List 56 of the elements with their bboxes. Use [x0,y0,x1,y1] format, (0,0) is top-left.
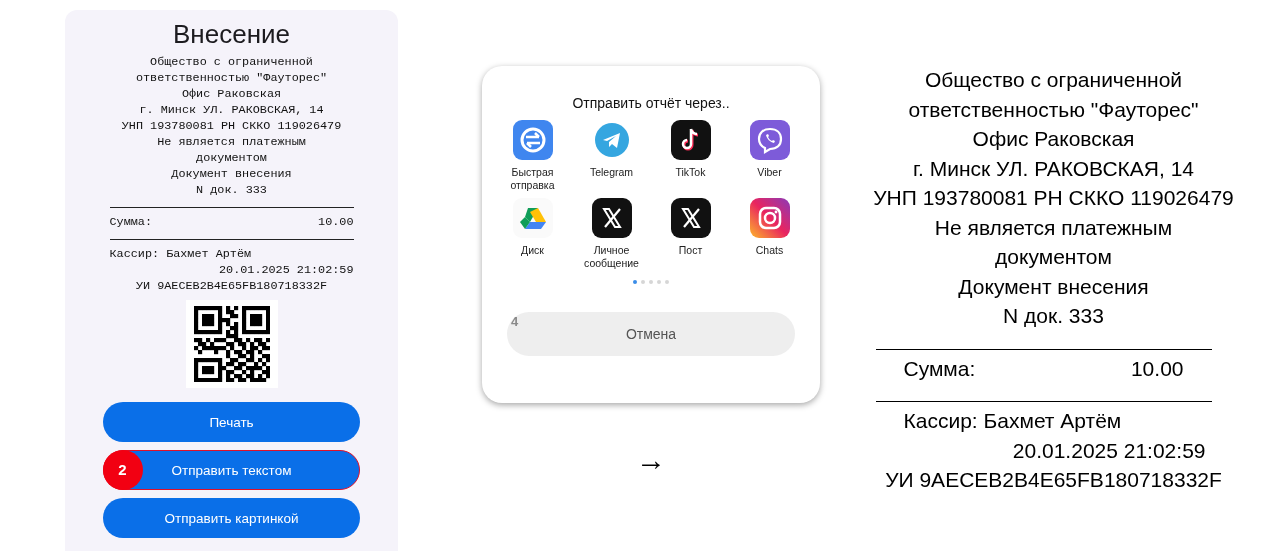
sum-label: Сумма: [109,214,152,230]
receipt-line: УНП 193780081 РН СККО 119026479 [120,118,343,134]
receipt-line: Общество с ограниченной [149,54,314,70]
receipt-line: Не является платежным [156,134,307,150]
action-button[interactable]: 2 Отправить текстом [103,450,360,490]
receipt-line: ответственностью "Фауторес" [907,96,1200,123]
app-label[interactable]: Telegram [576,166,647,179]
screen-title: Внесение [173,18,290,50]
receipt-line: Кассир: Бахмет Артём [902,408,1123,434]
page-dot[interactable] [665,280,669,284]
page-dot[interactable] [641,280,645,284]
page-dot[interactable] [633,280,637,284]
receipt-line: Общество с ограниченной [923,67,1184,93]
sheet-title: Отправить отчёт через.. [572,94,730,112]
app-label[interactable]: Пост [655,244,726,257]
receipt-line: Офис Раковская [971,126,1136,152]
receipt-line: документом [994,244,1113,270]
quick-share-app-icon[interactable] [512,120,553,160]
receipt-line: г. Минск УЛ. РАКОВСКАЯ, 14 [911,155,1196,182]
x-app-icon[interactable] [591,198,632,238]
receipt-line: 20.01.2025 21:02:59 [218,262,354,278]
app-label[interactable]: Быстрая отправка [497,166,568,192]
receipt-line: ответственностью "Фауторес" [134,70,329,86]
app-label[interactable]: Viber [734,166,805,179]
receipt-line: Офис Раковская [180,86,283,102]
step-badge: 2 [102,449,143,490]
arrow: → [636,443,666,477]
receipt-line: документом [195,150,268,166]
step-number-label: 4 [511,314,519,329]
app-label[interactable]: TikTok [655,166,726,179]
app-label[interactable]: Личное сообщение [576,244,647,270]
camera-app-icon[interactable] [749,198,790,238]
app-label[interactable]: Chats [734,244,805,257]
receipt-line: УНП 193780081 РН СККО 119026479 [872,185,1235,211]
action-button[interactable]: Отправить картинкой [103,498,360,538]
x-app-icon[interactable] [670,198,711,238]
receipt-line: УИ 9AECEB2B4E65FB180718332F [134,278,329,294]
cancel-button[interactable]: 4 Отмена [507,312,795,356]
receipt-line: N док. 333 [1002,303,1105,329]
receipt-line: N док. 333 [195,182,268,198]
action-button[interactable]: Печать [103,402,360,442]
page-dot[interactable] [649,280,653,284]
receipt-line: 20.01.2025 21:02:59 [1011,437,1207,464]
page-dot[interactable] [657,280,661,284]
receipt-line: Кассир: Бахмет Артём [109,246,253,262]
receipt-line: г. Минск УЛ. РАКОВСКАЯ, 14 [138,102,325,118]
sum-label: Сумма: [903,355,976,382]
viber-app-icon[interactable] [749,120,790,160]
receipt-line: Не является платежным [933,214,1174,241]
receipt-line: Документ внесения [170,166,293,182]
sum-value: 10.00 [1130,355,1184,382]
app-label[interactable]: Диск [497,244,568,257]
receipt-line: УИ 9AECEB2B4E65FB180718332F [884,467,1223,493]
tiktok-app-icon[interactable] [670,120,711,160]
receipt-line: Документ внесения [957,273,1150,300]
sum-value: 10.00 [318,214,354,230]
